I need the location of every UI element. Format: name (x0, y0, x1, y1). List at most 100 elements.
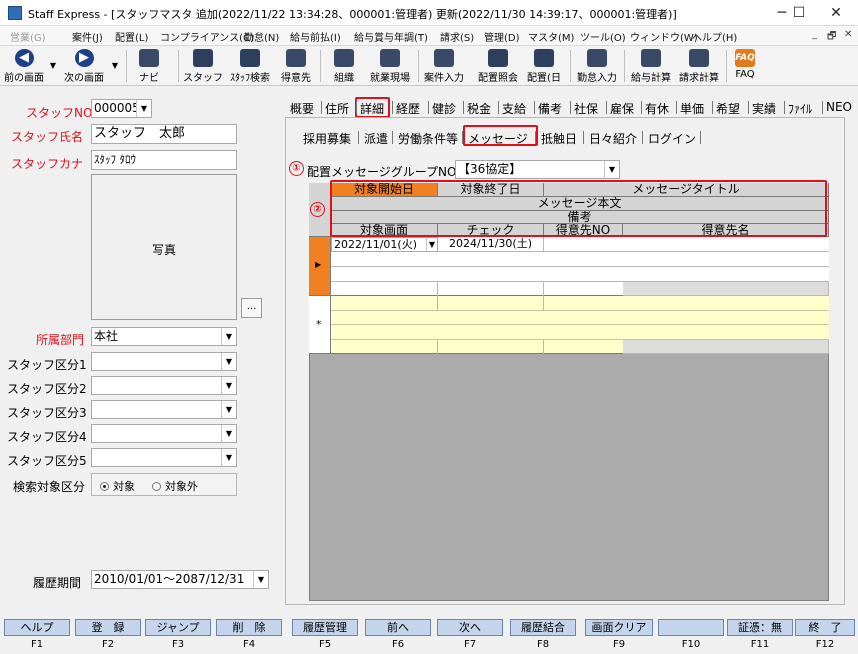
menu-sales[interactable]: 営業(G) (10, 29, 46, 44)
tab-main-11[interactable]: 単価 (680, 100, 704, 117)
dropdown-icon[interactable]: ▼ (112, 61, 118, 70)
fkey-f10-button[interactable] (658, 619, 724, 636)
fkey-f2-button[interactable]: 登 録 (75, 619, 141, 636)
menu-help[interactable]: ヘルプ(H) (692, 29, 737, 44)
tab-main-9[interactable]: 雇保 (610, 100, 634, 117)
category-3-select[interactable]: ▼ (91, 400, 237, 419)
tab-main-10[interactable]: 有休 (645, 100, 669, 117)
tab-sub-1[interactable]: 派遣 (364, 130, 388, 147)
photo-browse-button[interactable]: ... (241, 298, 262, 318)
attendance-input-button[interactable]: 勤怠入力 (574, 47, 620, 85)
fkey-f6-button[interactable]: 前へ (365, 619, 431, 636)
category-4-select[interactable]: ▼ (91, 424, 237, 443)
mdi-restore-icon[interactable]: 🗗 (827, 29, 836, 46)
fkey-f5-button[interactable]: 履歴管理 (292, 619, 358, 636)
menu-compliance[interactable]: コンプライアンス(C) (160, 29, 254, 44)
tab-main-7[interactable]: 備考 (538, 100, 562, 117)
fkey-f11-button[interactable]: 証憑：無 (727, 619, 793, 636)
tab-main-8[interactable]: 社保 (574, 100, 598, 117)
staff-no-select[interactable]: 000005 ▼ (91, 99, 152, 118)
menu-placement[interactable]: 配置(L) (115, 29, 148, 44)
tab-main-12[interactable]: 希望 (716, 100, 740, 117)
mdi-close-icon[interactable]: ✕ (844, 29, 852, 40)
navi-button[interactable]: ナビ (130, 47, 168, 85)
dropdown-icon[interactable]: ▼ (50, 61, 56, 70)
tab-sub-0[interactable]: 採用募集 (303, 130, 351, 147)
placement-inquiry-button[interactable]: 配置照会 (474, 47, 522, 85)
row-1-selector[interactable]: ▶ (309, 237, 331, 296)
tab-main-2[interactable]: 詳細 (360, 100, 384, 117)
fkey-f2-label: F2 (101, 639, 115, 650)
staff-button[interactable]: スタッフ (182, 47, 224, 85)
client-button[interactable]: 得意先 (276, 47, 316, 85)
category-1-select[interactable]: ▼ (91, 352, 237, 371)
payroll-button[interactable]: 給与計算 (628, 47, 674, 85)
radio-target[interactable]: 対象 (100, 478, 135, 494)
menu-jobs[interactable]: 案件(J) (72, 29, 103, 44)
next-screen-button[interactable]: ▶ 次の画面 ▼ (60, 47, 118, 85)
tab-main-15[interactable]: NEO (826, 100, 852, 114)
faq-button[interactable]: FAQ FAQ (728, 47, 762, 85)
tab-main-0[interactable]: 概要 (290, 100, 314, 117)
tab-main-3[interactable]: 経歴 (396, 100, 420, 117)
fkey-f12-button[interactable]: 終 了 (795, 619, 855, 636)
billing-button[interactable]: 請求計算 (676, 47, 722, 85)
menu-billing[interactable]: 請求(S) (440, 29, 474, 44)
menu-window[interactable]: ウィンドウ(W) (630, 29, 698, 44)
group-no-select[interactable]: 【36協定】 ▼ (455, 160, 620, 179)
faq-icon: FAQ (735, 49, 755, 67)
new-row-selector[interactable]: * (309, 296, 331, 354)
dept-select[interactable]: 本社 ▼ (91, 327, 237, 346)
close-button[interactable]: ✕ (814, 0, 858, 26)
mdi-minimize-icon[interactable]: _ (812, 29, 817, 40)
organization-button[interactable]: 組織 (324, 47, 364, 85)
tab-main-4[interactable]: 健診 (432, 100, 456, 117)
fkey-f7-button[interactable]: 次へ (437, 619, 503, 636)
new-row-message-body[interactable] (331, 311, 829, 325)
staff-name-field[interactable]: スタッフ 太郎 (91, 124, 237, 144)
tab-main-6[interactable]: 支給 (502, 100, 526, 117)
radio-not-target[interactable]: 対象外 (152, 478, 198, 494)
tab-main-5[interactable]: 税金 (467, 100, 491, 117)
menu-master[interactable]: マスタ(M) (528, 29, 574, 44)
new-row-client-name[interactable] (623, 340, 829, 354)
row-1-end-date[interactable]: 2024/11/30(土) (438, 237, 544, 252)
tab-sub-6[interactable]: ログイン (648, 130, 696, 147)
fkey-f3-button[interactable]: ジャンプ (145, 619, 211, 636)
menu-admin[interactable]: 管理(D) (484, 29, 520, 44)
menu-attendance[interactable]: 勤怠(N) (244, 29, 279, 44)
menu-tools[interactable]: ツール(O) (580, 29, 626, 44)
fkey-f8-button[interactable]: 履歴結合 (510, 619, 576, 636)
staff-search-button[interactable]: ｽﾀｯﾌ検索 (226, 47, 274, 85)
fkey-f4-button[interactable]: 削 除 (216, 619, 282, 636)
prev-screen-button[interactable]: ◀ 前の画面 ▼ (2, 47, 56, 85)
tab-sub-2[interactable]: 労働条件等 (398, 130, 458, 147)
fkey-f1-button[interactable]: ヘルプ (4, 619, 70, 636)
tab-sub-5[interactable]: 日々紹介 (589, 130, 637, 147)
chevron-down-icon: ▼ (136, 100, 151, 117)
row-1-remarks[interactable] (331, 267, 829, 282)
staff-name-label: スタッフ氏名 (11, 130, 84, 144)
category-5-select[interactable]: ▼ (91, 448, 237, 467)
tab-separator (570, 101, 571, 114)
fkey-f9-button[interactable]: 画面クリア (585, 619, 653, 636)
tab-main-1[interactable]: 住所 (325, 100, 349, 117)
tab-sub-4[interactable]: 抵触日 (541, 130, 577, 147)
menu-payroll[interactable]: 給与賞与年調(T) (354, 29, 428, 44)
menu-advance-pay[interactable]: 給与前払(I) (290, 29, 341, 44)
row-1-client-name[interactable] (623, 282, 829, 296)
worksite-button[interactable]: 就業現場 (366, 47, 414, 85)
row-1-message-body[interactable] (331, 252, 829, 267)
tab-main-14[interactable]: ﾌｧｲﾙ (788, 100, 812, 117)
new-row-line-1[interactable] (331, 296, 829, 311)
placement-daily-button[interactable]: 配置(日 (524, 47, 564, 85)
history-period-label: 履歴期間 (33, 576, 82, 590)
new-row-remarks[interactable] (331, 325, 829, 340)
job-input-button[interactable]: 案件入力 (420, 47, 468, 85)
staff-kana-field[interactable]: ｽﾀｯﾌ ﾀﾛｳ (91, 150, 237, 170)
tab-main-13[interactable]: 実績 (752, 100, 776, 117)
tab-sub-3[interactable]: メッセージ (468, 130, 528, 147)
history-period-select[interactable]: 2010/01/01～2087/12/31 ▼ (91, 570, 269, 589)
row-1-start-date[interactable]: 2022/11/01(火) ▼ (331, 237, 438, 252)
category-2-select[interactable]: ▼ (91, 376, 237, 395)
